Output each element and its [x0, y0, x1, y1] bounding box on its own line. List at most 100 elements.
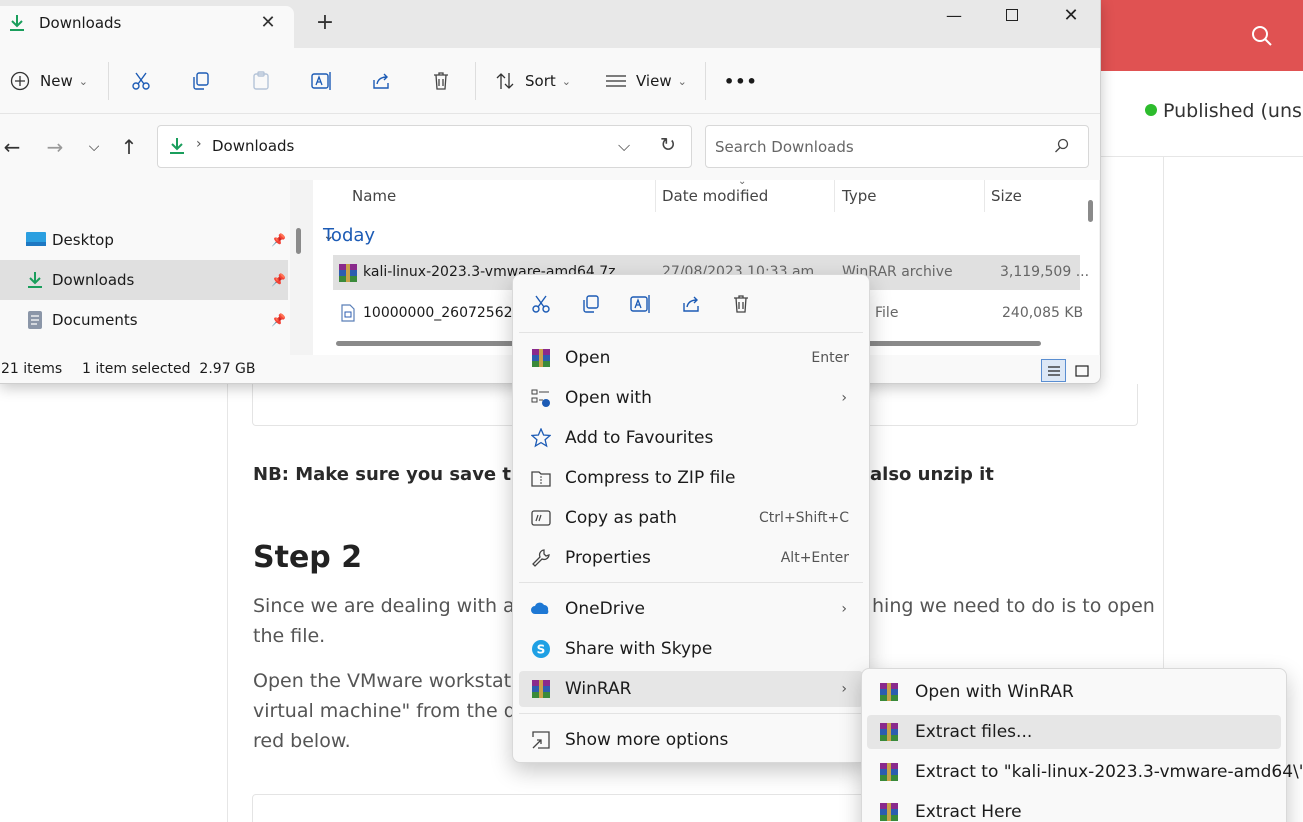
rename-icon[interactable]	[625, 290, 657, 318]
pin-icon[interactable]: 📌	[271, 313, 286, 327]
trash-icon	[434, 72, 448, 90]
search-placeholder: Search Downloads	[715, 138, 854, 156]
sort-indicator-icon: ⌄	[738, 176, 747, 187]
zip-folder-icon	[531, 468, 551, 488]
article-note-end: also unzip it	[870, 464, 994, 485]
vertical-scrollbar[interactable]	[1088, 200, 1093, 222]
menu-item-copy-as-path[interactable]: Copy as path Ctrl+Shift+C	[519, 500, 863, 536]
divider	[1100, 156, 1303, 157]
submenu-chevron-icon: ›	[841, 681, 847, 697]
delete-icon[interactable]	[725, 290, 757, 318]
submenu-item-extract-to-folder[interactable]: Extract to "kali-linux-2023.3-vmware-amd…	[867, 755, 1303, 789]
paste-button[interactable]	[251, 64, 271, 98]
winrar-icon	[879, 682, 899, 702]
documents-icon	[26, 311, 46, 329]
column-header-name[interactable]: Name	[352, 187, 396, 205]
article-text: red below.	[253, 730, 351, 752]
copy-button[interactable]	[191, 64, 211, 98]
item-count: 21 items	[1, 361, 63, 377]
copy-icon	[193, 72, 209, 90]
column-header-type[interactable]: Type	[842, 187, 876, 205]
rename-button[interactable]	[311, 64, 333, 98]
pin-icon[interactable]: 📌	[271, 273, 286, 287]
search-icon[interactable]	[1054, 138, 1070, 154]
submenu-item-extract-files[interactable]: Extract files...	[867, 715, 1281, 749]
view-button[interactable]: View ⌄	[605, 64, 687, 98]
more-options-button[interactable]: •••	[724, 64, 758, 98]
back-arrow-icon[interactable]: ←	[0, 135, 24, 159]
address-dropdown-chevron-icon[interactable]: ⌵	[618, 136, 630, 156]
submenu-item-open-with-winrar[interactable]: Open with WinRAR	[867, 675, 1281, 709]
column-divider	[984, 180, 985, 212]
cut-button[interactable]	[131, 64, 151, 98]
tiles-view-icon[interactable]	[1069, 359, 1094, 382]
article-text: virtual machine" from the dro	[253, 700, 535, 722]
breadcrumb-separator: ›	[196, 136, 202, 152]
wrench-icon	[531, 548, 551, 568]
article-text: Since we are dealing with a v	[253, 595, 532, 617]
copy-path-icon	[531, 508, 551, 528]
view-list-icon	[606, 75, 626, 87]
menu-item-open-with[interactable]: Open with ›	[519, 380, 863, 416]
copy-icon[interactable]	[575, 290, 607, 318]
refresh-icon[interactable]: ↻	[660, 134, 676, 156]
delete-button[interactable]	[431, 64, 451, 98]
download-icon	[8, 14, 26, 32]
file-size: 240,085 KB	[1002, 305, 1084, 321]
nav-item-documents[interactable]: Documents 📌	[0, 300, 288, 340]
menu-item-compress-zip[interactable]: Compress to ZIP file	[519, 460, 863, 496]
desktop-icon	[26, 231, 46, 249]
column-header-date[interactable]: Date modified	[662, 187, 768, 205]
submenu-item-extract-here[interactable]: Extract Here	[867, 795, 1281, 822]
download-icon	[168, 137, 186, 155]
menu-item-add-favourites[interactable]: Add to Favourites	[519, 420, 863, 456]
winrar-icon	[879, 802, 899, 822]
nav-item-desktop[interactable]: Desktop 📌	[0, 220, 288, 260]
rename-icon	[311, 72, 331, 90]
plus-circle-icon	[10, 71, 30, 91]
star-icon	[531, 428, 551, 448]
maximize-button[interactable]	[983, 0, 1041, 30]
menu-item-properties[interactable]: Properties Alt+Enter	[519, 540, 863, 576]
site-search-icon[interactable]	[1250, 24, 1274, 48]
winrar-icon	[879, 722, 899, 742]
menu-item-winrar[interactable]: WinRAR ›	[519, 671, 863, 707]
nav-item-downloads[interactable]: Downloads 📌	[0, 260, 288, 300]
status-dot-icon	[1145, 104, 1157, 116]
new-tab-icon[interactable]: +	[314, 12, 336, 34]
onedrive-cloud-icon	[531, 599, 551, 619]
sort-button[interactable]: Sort ⌄	[495, 64, 571, 98]
forward-arrow-icon[interactable]: →	[43, 135, 67, 159]
cut-icon[interactable]	[525, 290, 557, 318]
breadcrumb-downloads[interactable]: Downloads	[212, 137, 294, 155]
new-button[interactable]: New ⌄	[10, 64, 88, 98]
file-name: 10000000_2607256269	[363, 305, 531, 321]
file-icon	[341, 304, 355, 322]
download-icon	[26, 271, 46, 289]
column-header-size[interactable]: Size	[991, 187, 1022, 205]
up-arrow-icon[interactable]: ↑	[117, 135, 141, 159]
selection-info: 1 item selected 2.97 GB	[82, 361, 256, 377]
share-button[interactable]	[371, 64, 391, 98]
nav-scrollbar[interactable]	[296, 228, 301, 254]
menu-item-share-skype[interactable]: S Share with Skype	[519, 631, 863, 667]
close-window-button[interactable]: ✕	[1042, 0, 1100, 30]
recent-locations-chevron-icon[interactable]: ⌵	[82, 135, 106, 159]
toolbar-divider	[108, 62, 109, 100]
menu-separator	[519, 713, 863, 714]
group-header-today[interactable]: Today	[323, 225, 375, 246]
divider	[227, 384, 228, 822]
menu-item-show-more-options[interactable]: Show more options	[519, 722, 863, 758]
open-with-icon	[531, 388, 551, 408]
winrar-icon	[879, 762, 899, 782]
minimize-button[interactable]: —	[925, 0, 983, 30]
close-tab-icon[interactable]: ✕	[258, 12, 278, 33]
menu-item-onedrive[interactable]: OneDrive ›	[519, 591, 863, 627]
winrar-icon	[531, 348, 551, 368]
menu-item-open[interactable]: Open Enter	[519, 340, 863, 376]
article-note: NB: Make sure you save the f	[253, 464, 551, 485]
share-icon[interactable]	[675, 290, 707, 318]
pin-icon[interactable]: 📌	[271, 233, 286, 247]
details-view-icon[interactable]	[1041, 359, 1066, 382]
toolbar-divider	[475, 62, 476, 100]
